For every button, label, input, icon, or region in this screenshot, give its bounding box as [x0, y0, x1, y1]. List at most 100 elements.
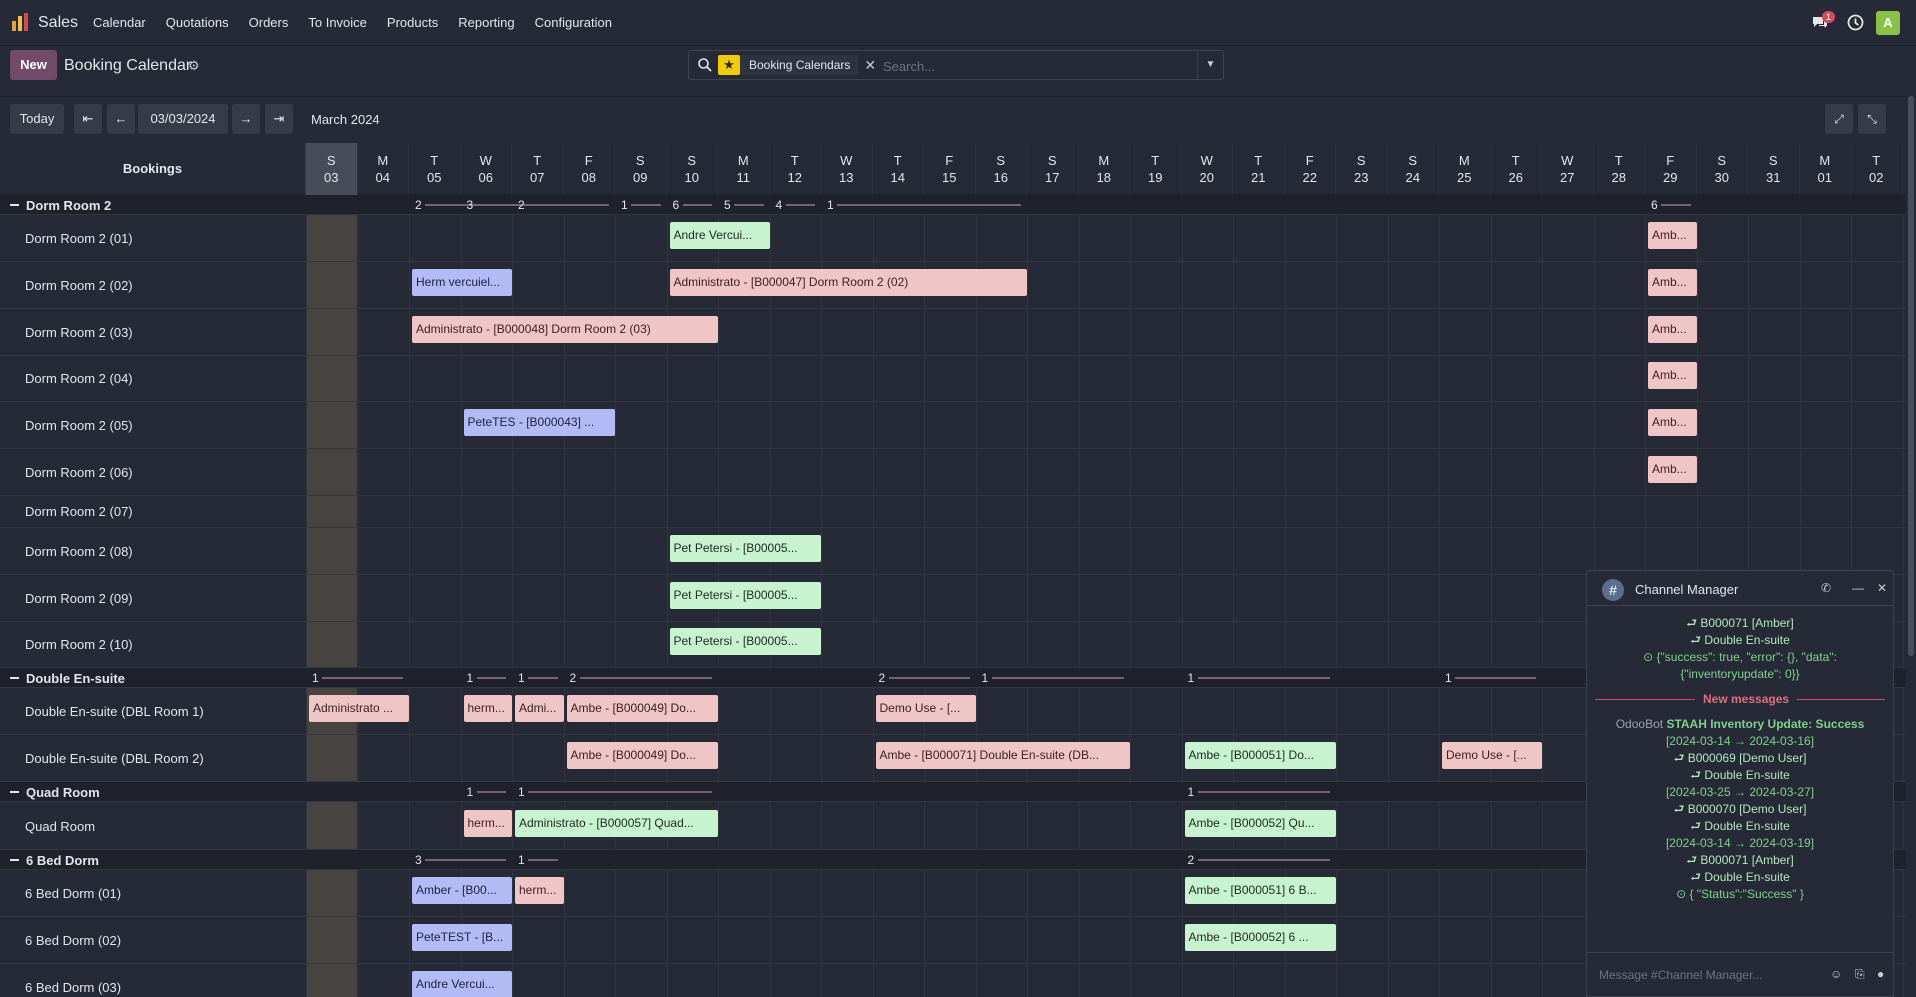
- group-label[interactable]: Dorm Room 2: [10, 198, 111, 213]
- booking-pill[interactable]: PeteTES - [B000043] ...: [463, 409, 615, 436]
- booking-pill[interactable]: Administrato - [B000048] Dorm Room 2 (03…: [412, 316, 718, 343]
- close-icon[interactable]: ✕: [864, 57, 876, 74]
- availability-bar: [631, 204, 661, 206]
- booking-pill[interactable]: Demo Use - [...: [1442, 742, 1542, 769]
- menu-calendar[interactable]: Calendar: [93, 15, 146, 30]
- chevron-down-icon[interactable]: ▼: [1197, 51, 1223, 79]
- phone-icon[interactable]: ✆: [1821, 581, 1831, 595]
- gear-icon[interactable]: ⚙: [188, 58, 200, 74]
- booking-pill[interactable]: Ambe - [B000049] Do...: [566, 742, 718, 769]
- booking-pill[interactable]: herm...: [463, 810, 512, 837]
- collapse-minus-icon[interactable]: [10, 204, 19, 207]
- booking-pill[interactable]: herm...: [515, 877, 564, 904]
- day-header: S 09: [615, 143, 667, 195]
- menu-to-invoice[interactable]: To Invoice: [308, 15, 367, 30]
- user-avatar[interactable]: A: [1876, 11, 1900, 35]
- booking-pill[interactable]: Herm vercuiel...: [412, 269, 512, 296]
- booking-pill[interactable]: Ambe - [B000051] Do...: [1184, 742, 1336, 769]
- chat-message-line: {"inventoryupdate": 0}}: [1680, 667, 1800, 681]
- minimize-icon[interactable]: —: [1852, 581, 1864, 595]
- group-row[interactable]: Dorm Room 2 2 3 2 1 6 5 4 1 6: [0, 195, 1916, 215]
- collapse-minus-icon[interactable]: [10, 677, 19, 680]
- collapse-minus-icon[interactable]: [10, 791, 19, 794]
- microphone-icon[interactable]: ●: [1877, 967, 1884, 981]
- scrollbar[interactable]: [1906, 96, 1916, 997]
- chat-messages: ⮐ B000071 [Amber] ⮐ Double En-suite ⊙ {"su…: [1587, 607, 1893, 947]
- booking-pill[interactable]: Amb...: [1648, 456, 1697, 483]
- booking-pill[interactable]: Administrato - [B000047] Dorm Room 2 (02…: [669, 269, 1027, 296]
- booking-pill[interactable]: Admi...: [515, 695, 564, 722]
- booking-pill[interactable]: Amb...: [1648, 362, 1697, 389]
- menu-products[interactable]: Products: [387, 15, 438, 30]
- booking-pill[interactable]: Ambe - [B000052] Qu...: [1184, 810, 1336, 837]
- menu-configuration[interactable]: Configuration: [535, 15, 612, 30]
- channel-hash-icon: #: [1602, 579, 1624, 601]
- chat-count-badge: 1: [1822, 11, 1836, 23]
- availability-count: 3: [466, 198, 474, 212]
- menu-quotations[interactable]: Quotations: [166, 15, 229, 30]
- close-icon[interactable]: ✕: [1877, 581, 1887, 595]
- emoji-icon[interactable]: ☺: [1830, 967, 1842, 981]
- new-button[interactable]: New: [10, 50, 57, 80]
- booking-pill[interactable]: Administrato ...: [309, 695, 409, 722]
- booking-pill[interactable]: Demo Use - [...: [875, 695, 976, 722]
- booking-pill[interactable]: Amb...: [1648, 222, 1697, 249]
- booking-pill[interactable]: Pet Petersi - [B00005...: [669, 535, 821, 562]
- group-label[interactable]: Quad Room: [10, 785, 100, 800]
- day-number: 24: [1405, 170, 1420, 185]
- booking-pill[interactable]: Pet Petersi - [B00005...: [669, 582, 821, 609]
- collapse-icon[interactable]: ⤡: [1858, 104, 1886, 134]
- message-input[interactable]: [1599, 965, 1819, 985]
- search-icon[interactable]: [697, 57, 713, 73]
- first-arrow-icon[interactable]: ⇤: [74, 104, 102, 134]
- day-number: 30: [1714, 170, 1729, 185]
- booking-pill[interactable]: Administrato - [B000057] Quad...: [515, 810, 718, 837]
- chat-window: # Channel Manager ✆ — ✕ ⮐ B000071 [Amber…: [1586, 570, 1894, 997]
- booking-pill[interactable]: Ambe - [B000049] Do...: [566, 695, 718, 722]
- last-arrow-icon[interactable]: ⇥: [265, 104, 293, 134]
- day-header: M 01: [1800, 143, 1851, 195]
- chat-message-line: [2024-03-25 → 2024-03-27]: [1665, 785, 1815, 799]
- weekday-letter: S: [1717, 153, 1727, 168]
- date-picker[interactable]: 03/03/2024: [138, 104, 228, 134]
- sales-app-icon[interactable]: [10, 12, 30, 32]
- menu-orders[interactable]: Orders: [249, 15, 289, 30]
- booking-pill[interactable]: Amb...: [1648, 409, 1697, 436]
- booking-pill[interactable]: Amb...: [1648, 316, 1697, 343]
- attachment-icon[interactable]: ⎘: [1855, 967, 1865, 982]
- scrollbar-thumb[interactable]: [1908, 96, 1914, 656]
- expand-icon[interactable]: ⤢: [1825, 104, 1853, 134]
- booking-pill[interactable]: Ambe - [B000071] Double En-suite (DB...: [875, 742, 1130, 769]
- availability-count: 5: [724, 198, 731, 212]
- booking-pill[interactable]: Amb...: [1648, 269, 1697, 296]
- activity-clock-icon[interactable]: [1847, 14, 1864, 31]
- day-header: W 13: [821, 143, 873, 195]
- next-arrow-icon[interactable]: →: [232, 104, 260, 134]
- day-number: 02: [1869, 170, 1884, 185]
- booking-pill[interactable]: Ambe - [B000051] 6 B...: [1184, 877, 1336, 904]
- today-button[interactable]: Today: [10, 104, 64, 134]
- group-label[interactable]: 6 Bed Dorm: [10, 853, 99, 868]
- search-input[interactable]: [883, 56, 1183, 76]
- weekday-letter: S: [1408, 153, 1418, 168]
- chat-title: Channel Manager: [1635, 582, 1739, 597]
- booking-pill[interactable]: Ambe - [B000052] 6 ...: [1184, 924, 1336, 951]
- collapse-minus-icon[interactable]: [10, 859, 19, 862]
- booking-pill[interactable]: Andre Vercui...: [669, 222, 770, 249]
- day-number: 14: [890, 170, 905, 185]
- menu-reporting[interactable]: Reporting: [458, 15, 514, 30]
- booking-pill[interactable]: Andre Vercui...: [412, 971, 512, 997]
- day-header: M 25: [1439, 143, 1491, 195]
- booking-pill[interactable]: PeteTEST - [B...: [412, 924, 512, 951]
- booking-pill[interactable]: Amber - [B00...: [412, 877, 512, 904]
- weekday-letter: S: [1356, 153, 1366, 168]
- app-name[interactable]: Sales: [38, 14, 78, 32]
- resource-label: Dorm Room 2 (05): [25, 418, 133, 433]
- chat-header[interactable]: # Channel Manager ✆ — ✕: [1587, 571, 1893, 606]
- day-header: S 10: [667, 143, 718, 195]
- group-label[interactable]: Double En-suite: [10, 671, 125, 686]
- weekday-letter: W: [1200, 153, 1213, 168]
- booking-pill[interactable]: herm...: [463, 695, 512, 722]
- booking-pill[interactable]: Pet Petersi - [B00005...: [669, 628, 821, 655]
- prev-arrow-icon[interactable]: ←: [107, 104, 135, 134]
